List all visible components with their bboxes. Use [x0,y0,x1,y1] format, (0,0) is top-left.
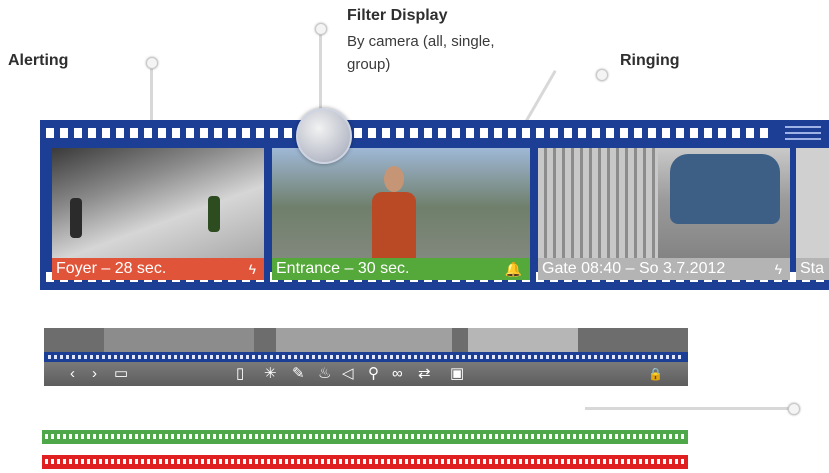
person-image [208,196,220,232]
event-frame-entrance[interactable]: Entrance – 30 sec. 🔔 [272,148,530,280]
next-button[interactable]: › [92,365,97,383]
player-widget: ‹ › ▭ ▯ ✳ ✎ ♨ ◁ ⚲ ∞ ⇄ ▣ 🔒 [44,328,688,388]
alerting-label: Alerting [8,52,69,69]
gate-image [538,148,658,258]
snapshot-icon[interactable]: ▣ [450,365,464,383]
person-image [70,198,82,238]
status-strip-ok [42,430,688,444]
filter-pointer-line [319,28,322,112]
menu-icon[interactable] [785,122,821,144]
person-image [372,192,416,260]
toolbar-pointer-dot [788,403,800,415]
lock-icon[interactable]: 🔒 [648,365,663,383]
link-icon[interactable]: ∞ [392,365,403,383]
event-label-partial: Sta [796,258,829,280]
event-label-entrance: Entrance – 30 sec. 🔔 [272,258,530,280]
player-toolbar: ‹ › ▭ ▯ ✳ ✎ ♨ ◁ ⚲ ∞ ⇄ ▣ 🔒 [44,362,688,386]
filter-display-desc-line1: By camera (all, single, [347,33,495,50]
filter-display-desc-line2: group) [347,56,391,73]
layout-icon[interactable]: ▭ [114,365,128,383]
player-preview [44,328,688,352]
car-image [670,154,780,224]
camera-filter-icon[interactable] [296,108,352,164]
toolbar-pointer-line [585,407,793,410]
event-film-strip[interactable]: Foyer – 28 sec. ϟ Entrance – 30 sec. 🔔 G… [40,120,829,290]
thermometer-icon[interactable]: ♨ [318,365,331,383]
filter-display-label: Filter Display [347,7,448,24]
light-icon[interactable]: ✳ [264,365,277,383]
status-strip-alarm [42,455,688,469]
player-perforation [44,352,688,362]
ringing-pointer-dot [596,69,608,81]
prev-button[interactable]: ‹ [70,365,75,383]
activity-icon: ϟ [774,261,782,277]
filter-pointer-dot [315,23,327,35]
person-head-image [384,166,404,192]
event-frame-gate[interactable]: Gate 08:40 – So 3.7.2012 ϟ [538,148,790,280]
alerting-pointer-dot [146,57,158,69]
film-perforation-top [46,128,769,138]
pin-icon[interactable]: ✎ [292,365,305,383]
event-label-gate: Gate 08:40 – So 3.7.2012 ϟ [538,258,790,280]
speaker-icon[interactable]: ◁ [342,365,354,383]
activity-icon: ϟ [248,261,256,277]
swap-icon[interactable]: ⇄ [418,365,431,383]
ringing-label: Ringing [620,52,680,69]
event-frame-partial[interactable]: Sta [796,148,829,280]
bell-icon: 🔔 [504,261,522,277]
microphone-icon[interactable]: ⚲ [368,365,379,383]
event-frame-foyer[interactable]: Foyer – 28 sec. ϟ [52,148,264,280]
door-icon[interactable]: ▯ [236,365,244,383]
event-label-foyer: Foyer – 28 sec. ϟ [52,258,264,280]
